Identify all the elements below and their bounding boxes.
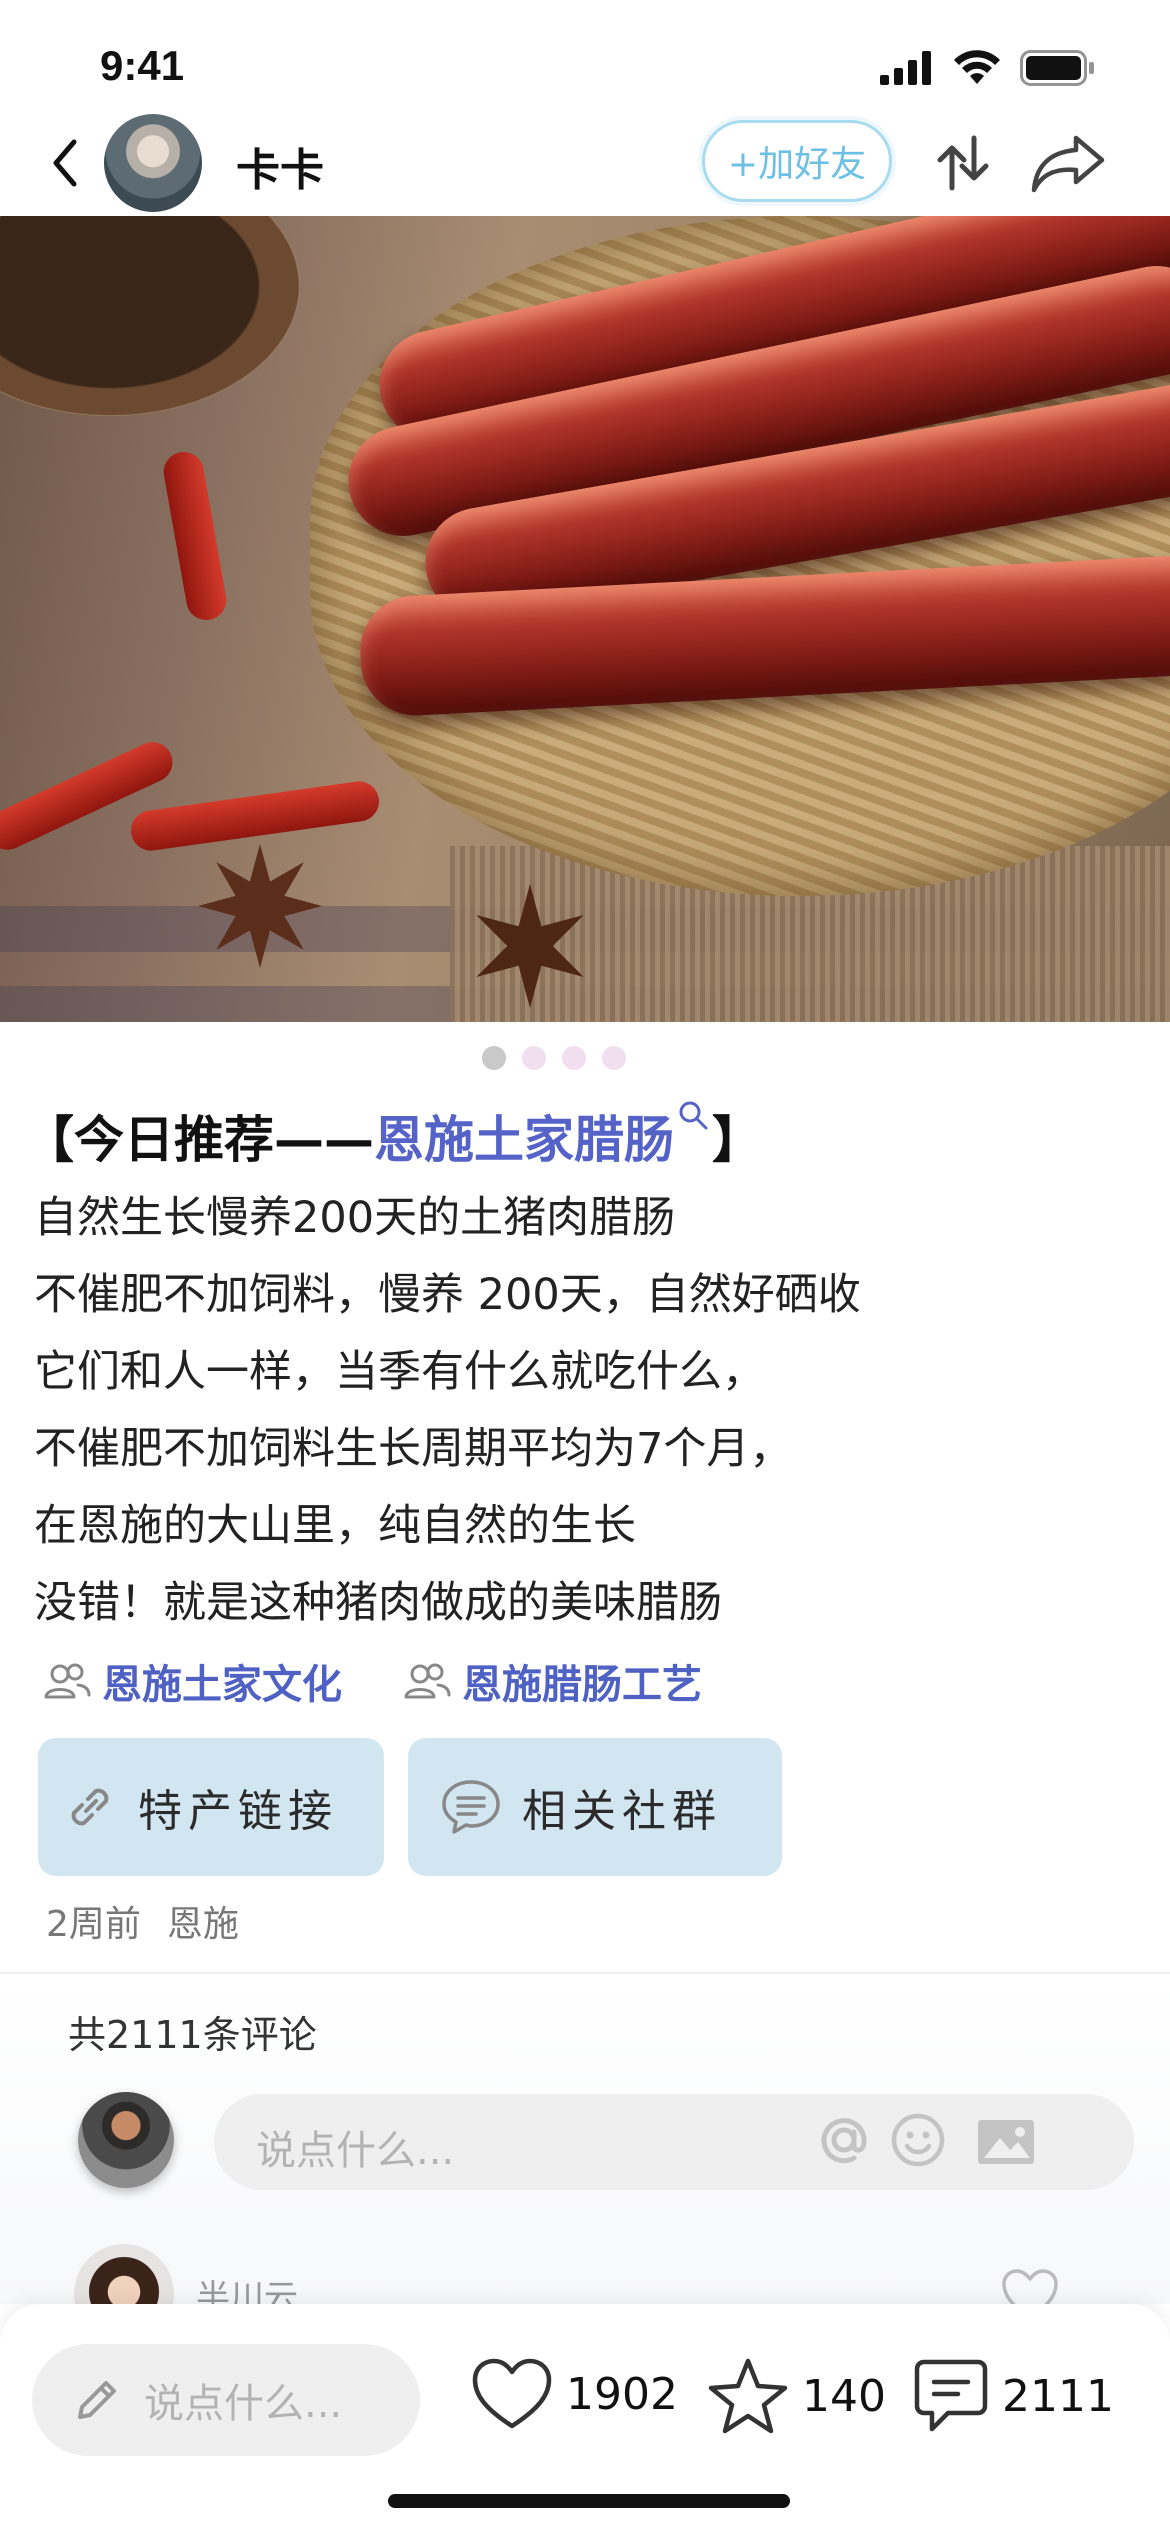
link-icon [71,1788,109,1826]
related-groups-label: 相关社群 [522,1786,722,1837]
title-prefix: 【今日推荐—— [24,1111,374,1169]
carousel-dot[interactable] [482,1046,506,1070]
sort-arrows-icon [937,135,989,191]
post-body: 自然生长慢养200天的土猪肉腊肠 不催肥不加饲料，慢养 200天，自然好硒收 它… [34,1180,1134,1642]
group-icon [404,1663,451,1699]
like-button[interactable]: 1902 [470,2356,678,2432]
topic-tags: 恩施土家文化 恩施腊肠工艺 [42,1652,702,1710]
spice-bowl [0,216,300,416]
status-bar: 9:41 [0,0,1170,110]
star-icon [708,2358,788,2434]
post-actions: 特产链接 相关社群 [38,1738,782,1876]
sort-button[interactable] [930,130,996,196]
group-icon [44,1663,91,1699]
author-name[interactable]: 卡卡 [236,134,324,198]
comment-button[interactable]: 2111 [912,2356,1114,2436]
body-line: 不催肥不加饲料生长周期平均为7个月， [34,1424,793,1474]
chat-bubble-icon [442,1780,500,1834]
battery-icon [1020,50,1094,86]
heart-icon [472,2358,552,2429]
home-indicator [388,2494,790,2508]
body-line: 自然生长慢养200天的土猪肉腊肠 [34,1193,676,1243]
author-avatar[interactable] [104,114,202,212]
bottom-input-placeholder: 说点什么... [144,2381,343,2427]
chili-pepper [160,448,230,624]
pencil-icon [78,2381,116,2419]
emoji-icon[interactable] [886,2108,950,2172]
topic-tag-label: 恩施土家文化 [102,1662,342,1708]
body-line: 它们和人一样，当季有什么就吃什么， [34,1347,765,1397]
mention-icon[interactable] [812,2108,876,2172]
post-time: 2周前 [46,1904,141,1945]
chevron-left-icon [53,139,77,187]
carousel-dot[interactable] [522,1046,546,1070]
favorite-button[interactable]: 140 [706,2356,886,2436]
current-user-avatar [78,2092,174,2188]
post-title: 【今日推荐—— 恩施土家腊肠 】 [24,1100,762,1172]
post-image-carousel[interactable] [0,216,1170,1022]
topic-tag[interactable]: 恩施腊肠工艺 [402,1652,702,1710]
comment-input[interactable]: 说点什么... [214,2094,1134,2190]
bottom-comment-input[interactable]: 说点什么... [32,2344,420,2456]
search-icon[interactable] [676,1100,712,1140]
product-link-button[interactable]: 特产链接 [38,1738,384,1876]
post-meta: 2周前 恩施 [46,1895,239,1947]
topic-tag[interactable]: 恩施土家文化 [42,1652,342,1710]
body-line: 不催肥不加饲料，慢养 200天，自然好硒收 [34,1270,861,1320]
status-icons [880,50,1096,86]
carousel-dot[interactable] [602,1046,626,1070]
comment-input-placeholder: 说点什么... [256,2128,455,2174]
status-time: 9:41 [100,42,185,89]
comment-icon [914,2359,988,2432]
carousel-dot[interactable] [562,1046,586,1070]
comments-section: 共2111条评论 说点什么... 半川云 [0,1974,1170,2344]
favorite-count: 140 [802,2370,886,2422]
like-count: 1902 [566,2368,678,2420]
share-arrow-icon [1031,135,1105,193]
wifi-icon [954,50,1000,84]
comment-total: 2111 [1002,2370,1114,2422]
image-icon[interactable] [974,2110,1038,2174]
body-line: 没错！就是这种猪肉做成的美味腊肠 [34,1578,722,1628]
comment-count: 共2111条评论 [68,2013,317,2057]
post-location[interactable]: 恩施 [167,1895,239,1947]
carousel-indicator [482,1046,626,1070]
topic-tag-label: 恩施腊肠工艺 [462,1662,702,1708]
star-anise [198,844,322,968]
back-button[interactable] [40,128,90,198]
share-button[interactable] [1028,132,1108,194]
product-link-label: 特产链接 [138,1786,338,1837]
cellular-signal-icon [880,51,931,85]
body-line: 在恩施的大山里，纯自然的生长 [34,1501,636,1551]
add-friend-button[interactable]: +加好友 [702,120,892,202]
title-highlight-link[interactable]: 恩施土家腊肠 [374,1100,674,1172]
related-groups-button[interactable]: 相关社群 [408,1738,782,1876]
star-anise [476,884,584,1008]
post-header: 卡卡 +加好友 [0,110,1170,216]
title-suffix: 】 [712,1111,762,1169]
